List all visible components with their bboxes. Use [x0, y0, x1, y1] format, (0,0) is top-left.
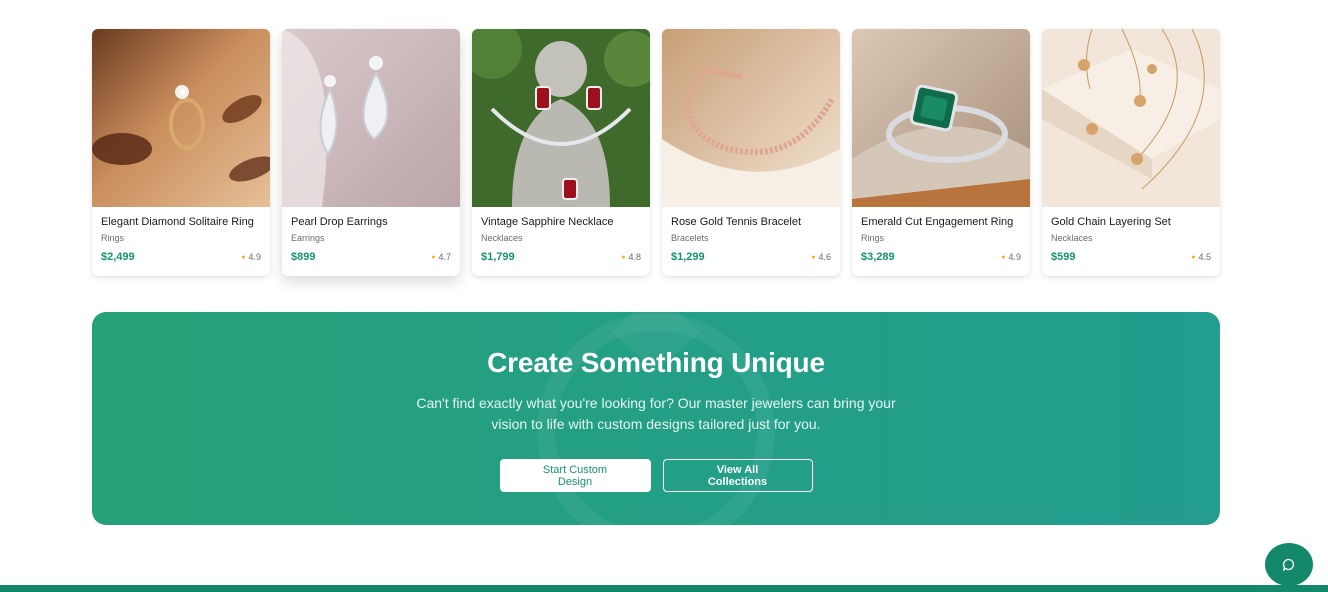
product-card[interactable]: Elegant Diamond Solitaire Ring Rings $2,…	[92, 29, 270, 276]
product-grid: Elegant Diamond Solitaire Ring Rings $2,…	[92, 29, 1220, 276]
product-image	[662, 29, 840, 207]
product-price: $3,289	[861, 251, 895, 263]
product-image	[1042, 29, 1220, 207]
banner-actions: Start Custom Design View All Collections	[92, 459, 1220, 492]
product-image	[472, 29, 650, 207]
product-rating: ● 4.9	[241, 252, 261, 262]
star-icon: ●	[621, 253, 626, 261]
product-card[interactable]: Emerald Cut Engagement Ring Rings $3,289…	[852, 29, 1030, 276]
product-image	[852, 29, 1030, 207]
chat-bubble-icon	[1283, 558, 1295, 571]
star-icon: ●	[1001, 253, 1006, 261]
product-category: Rings	[861, 233, 885, 243]
product-category: Earrings	[291, 233, 325, 243]
rating-value: 4.8	[628, 252, 641, 262]
star-icon: ●	[241, 253, 246, 261]
product-name: Gold Chain Layering Set	[1051, 216, 1171, 228]
product-name: Emerald Cut Engagement Ring	[861, 216, 1014, 228]
product-image	[282, 29, 460, 207]
product-price: $599	[1051, 251, 1076, 263]
start-custom-design-button[interactable]: Start Custom Design	[499, 459, 651, 492]
product-rating: ● 4.8	[621, 252, 641, 262]
product-name: Pearl Drop Earrings	[291, 216, 388, 228]
custom-design-banner: Create Something Unique Can't find exact…	[92, 312, 1220, 525]
rating-value: 4.9	[248, 252, 261, 262]
gem-necklace-image	[472, 29, 650, 207]
product-name: Vintage Sapphire Necklace	[481, 216, 614, 228]
product-price: $2,499	[101, 251, 135, 263]
rating-value: 4.6	[818, 252, 831, 262]
star-icon: ●	[811, 253, 816, 261]
diamond-ring-image	[92, 29, 270, 207]
emerald-ring-image	[852, 29, 1030, 207]
rating-value: 4.5	[1198, 252, 1211, 262]
product-card[interactable]: Gold Chain Layering Set Necklaces $599 ●…	[1042, 29, 1220, 276]
view-all-collections-button[interactable]: View All Collections	[662, 459, 813, 492]
product-category: Rings	[101, 233, 125, 243]
product-price: $1,299	[671, 251, 705, 263]
tennis-bracelet-image	[662, 29, 840, 207]
product-card[interactable]: Vintage Sapphire Necklace Necklaces $1,7…	[472, 29, 650, 276]
product-rating: ● 4.7	[431, 252, 451, 262]
product-name: Rose Gold Tennis Bracelet	[671, 216, 802, 228]
product-category: Necklaces	[481, 233, 523, 243]
product-rating: ● 4.5	[1191, 252, 1211, 262]
product-name: Elegant Diamond Solitaire Ring	[101, 216, 254, 228]
banner-title: Create Something Unique	[487, 347, 825, 378]
product-card[interactable]: Pearl Drop Earrings Earrings $899 ● 4.7	[282, 29, 460, 276]
product-image	[92, 29, 270, 207]
footer-bar	[0, 585, 1328, 592]
product-category: Necklaces	[1051, 233, 1093, 243]
star-icon: ●	[431, 253, 436, 261]
product-card[interactable]: Rose Gold Tennis Bracelet Bracelets $1,2…	[662, 29, 840, 276]
rating-value: 4.7	[438, 252, 451, 262]
star-icon: ●	[1191, 253, 1196, 261]
product-price: $899	[291, 251, 316, 263]
gold-chains-image	[1042, 29, 1220, 207]
product-category: Bracelets	[671, 233, 709, 243]
product-rating: ● 4.6	[811, 252, 831, 262]
banner-description: Can't find exactly what you're looking f…	[416, 395, 896, 432]
product-price: $1,799	[481, 251, 515, 263]
rating-value: 4.9	[1008, 252, 1021, 262]
chat-button[interactable]	[1265, 543, 1313, 586]
drop-earrings-image	[282, 29, 460, 207]
page: Elegant Diamond Solitaire Ring Rings $2,…	[0, 0, 1328, 592]
product-rating: ● 4.9	[1001, 252, 1021, 262]
